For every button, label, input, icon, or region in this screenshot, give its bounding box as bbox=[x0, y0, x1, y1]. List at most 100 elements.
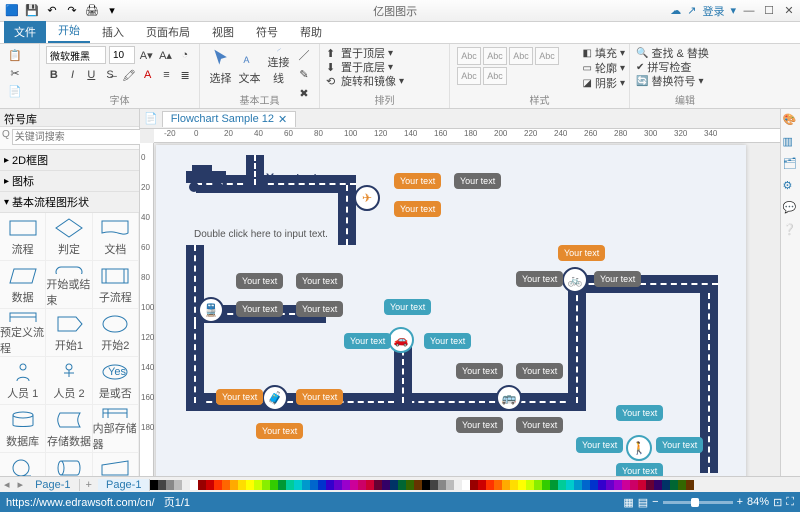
zoom-out-icon[interactable]: − bbox=[652, 496, 658, 508]
color-palette[interactable] bbox=[150, 480, 800, 490]
car-node-icon[interactable]: 🚗 bbox=[388, 327, 414, 353]
shape-process[interactable]: 流程 bbox=[0, 213, 46, 261]
highlight-icon[interactable]: 🖍 bbox=[121, 66, 137, 84]
bike-icon[interactable]: 🚲 bbox=[562, 267, 588, 293]
shape-tool-icon[interactable]: ◔ bbox=[177, 46, 193, 64]
close-button[interactable]: ✕ bbox=[782, 4, 796, 17]
style-gallery-item[interactable]: Abc bbox=[457, 47, 481, 65]
spellcheck-button[interactable]: ✔ 拼写检查 bbox=[636, 60, 734, 74]
strike-icon[interactable]: S̶ bbox=[102, 66, 118, 84]
shape-document[interactable]: 文档 bbox=[93, 213, 139, 261]
style-gallery-item[interactable]: Abc bbox=[535, 47, 559, 65]
text-chip[interactable]: Your text bbox=[594, 271, 641, 287]
outline-button[interactable]: ▭ 轮廓 ▾ bbox=[583, 61, 625, 75]
page-nav-prev[interactable]: ◂ bbox=[0, 478, 14, 491]
text-chip[interactable]: Your text bbox=[516, 417, 563, 433]
font-name-select[interactable] bbox=[46, 46, 106, 64]
share-icon[interactable]: ↗ bbox=[687, 4, 696, 17]
text-chip[interactable]: Your text bbox=[296, 301, 343, 317]
theme-icon[interactable]: 🎨 bbox=[783, 113, 799, 129]
style-gallery-item[interactable]: Abc bbox=[483, 47, 507, 65]
luggage-icon[interactable]: 🧳 bbox=[262, 385, 288, 411]
canvas-page[interactable]: Your text Double click here to input tex… bbox=[156, 145, 746, 476]
close-tab-icon[interactable]: ✕ bbox=[278, 113, 287, 126]
connector-tool[interactable]: 连接线 bbox=[264, 46, 293, 86]
style-gallery-item[interactable]: Abc bbox=[509, 47, 533, 65]
tab-view[interactable]: 视图 bbox=[202, 21, 244, 43]
cloud-icon[interactable]: ☁ bbox=[670, 4, 681, 17]
shape-terminator[interactable]: 开始或结束 bbox=[46, 261, 92, 309]
shape-start1[interactable]: 开始1 bbox=[46, 309, 92, 357]
fullscreen-icon[interactable]: ⛶ bbox=[786, 496, 794, 509]
grow-font-icon[interactable]: A▴ bbox=[157, 46, 173, 64]
text-chip[interactable]: Your text bbox=[394, 173, 441, 189]
page-tab[interactable]: Page-1 bbox=[98, 479, 150, 491]
text-chip[interactable]: Your text bbox=[516, 271, 563, 287]
shape-yesno[interactable]: Yes是或否 bbox=[93, 357, 139, 405]
shape-direct[interactable]: 直接数据 bbox=[46, 453, 92, 476]
login-link[interactable]: 登录 bbox=[702, 3, 724, 19]
shape-subprocess[interactable]: 子流程 bbox=[93, 261, 139, 309]
paste-icon[interactable]: 📄 bbox=[6, 82, 24, 100]
tab-start[interactable]: 开始 bbox=[48, 19, 90, 43]
text-chip[interactable]: Your text bbox=[384, 299, 431, 315]
shape-manual[interactable]: 手动输入 bbox=[93, 453, 139, 476]
arrange-bottom[interactable]: ⬇置于底层 ▾ bbox=[326, 60, 443, 74]
arrange-top[interactable]: ⬆置于顶层 ▾ bbox=[326, 46, 443, 60]
properties-icon[interactable]: ⚙ bbox=[783, 179, 799, 195]
pen-tool-icon[interactable]: ✎ bbox=[295, 65, 313, 83]
bold-icon[interactable]: B bbox=[46, 66, 62, 84]
zoom-in-icon[interactable]: + bbox=[737, 496, 743, 508]
text-chip[interactable]: Your text bbox=[394, 201, 441, 217]
qat-dropdown-icon[interactable]: ▾ bbox=[104, 3, 120, 19]
canvas-scroll[interactable]: 020406080100120140160180 Your text bbox=[140, 143, 780, 476]
road-title[interactable]: Your text bbox=[266, 171, 317, 185]
tab-help[interactable]: 帮助 bbox=[290, 21, 332, 43]
cut-icon[interactable]: ✂ bbox=[6, 64, 24, 82]
zoom-slider[interactable] bbox=[663, 501, 733, 504]
print-icon[interactable]: 🖨 bbox=[84, 3, 100, 19]
text-chip[interactable]: Your text bbox=[456, 417, 503, 433]
shape-person1[interactable]: 人员 1 bbox=[0, 357, 46, 405]
shape-start2[interactable]: 开始2 bbox=[93, 309, 139, 357]
style-gallery-item[interactable]: Abc bbox=[457, 67, 481, 85]
minimize-button[interactable]: — bbox=[742, 5, 756, 17]
arrange-rotate[interactable]: ⟲旋转和镜像 ▾ bbox=[326, 74, 443, 88]
document-tab[interactable]: Flowchart Sample 12✕ bbox=[162, 111, 297, 127]
shrink-font-icon[interactable]: A▾ bbox=[138, 46, 154, 64]
maximize-button[interactable]: ☐ bbox=[762, 4, 776, 17]
text-chip[interactable]: Your text bbox=[576, 437, 623, 453]
shape-sequential[interactable]: 顺序数据 bbox=[0, 453, 46, 476]
copy-icon[interactable]: 📋 bbox=[6, 46, 24, 64]
bullets-icon[interactable]: ≡ bbox=[159, 66, 175, 84]
page-tab[interactable]: Page-1 bbox=[27, 479, 79, 491]
dbl-click-hint[interactable]: Double click here to input text. bbox=[194, 229, 328, 240]
text-chip[interactable]: Your text bbox=[616, 463, 663, 476]
redo-icon[interactable]: ↷ bbox=[64, 3, 80, 19]
plane-icon[interactable]: ✈ bbox=[354, 185, 380, 211]
style-gallery-item[interactable]: Abc bbox=[483, 67, 507, 85]
align-icon[interactable]: ≣ bbox=[177, 66, 193, 84]
comments-icon[interactable]: 💬 bbox=[783, 201, 799, 217]
tab-insert[interactable]: 插入 bbox=[92, 21, 134, 43]
fit-page-icon[interactable]: ⊡ bbox=[773, 496, 782, 509]
symbol-category[interactable]: ▸ 2D框图 bbox=[0, 150, 139, 171]
symbol-category[interactable]: ▾ 基本流程图形状 bbox=[0, 192, 139, 213]
text-chip[interactable]: Your text bbox=[296, 389, 343, 405]
help-icon[interactable]: ❔ bbox=[783, 223, 799, 239]
train-icon[interactable]: 🚆 bbox=[198, 297, 224, 323]
select-tool[interactable]: 选择 bbox=[206, 46, 235, 86]
text-chip[interactable]: Your text bbox=[424, 333, 471, 349]
line-tool-icon[interactable]: ／ bbox=[295, 46, 313, 64]
text-chip[interactable]: Your text bbox=[454, 173, 501, 189]
shape-decision[interactable]: 判定 bbox=[46, 213, 92, 261]
page-nav-next[interactable]: ▸ bbox=[14, 478, 28, 491]
italic-icon[interactable]: I bbox=[65, 66, 81, 84]
text-chip[interactable]: Your text bbox=[236, 301, 283, 317]
text-chip[interactable]: Your text bbox=[516, 363, 563, 379]
tab-layout[interactable]: 页面布局 bbox=[136, 21, 200, 43]
add-page-icon[interactable]: + bbox=[80, 479, 98, 491]
walk-icon[interactable]: 🚶 bbox=[626, 435, 652, 461]
layout-panel-icon[interactable]: ▥ bbox=[783, 135, 799, 151]
view-mode-icon[interactable]: ▤ bbox=[638, 496, 648, 509]
